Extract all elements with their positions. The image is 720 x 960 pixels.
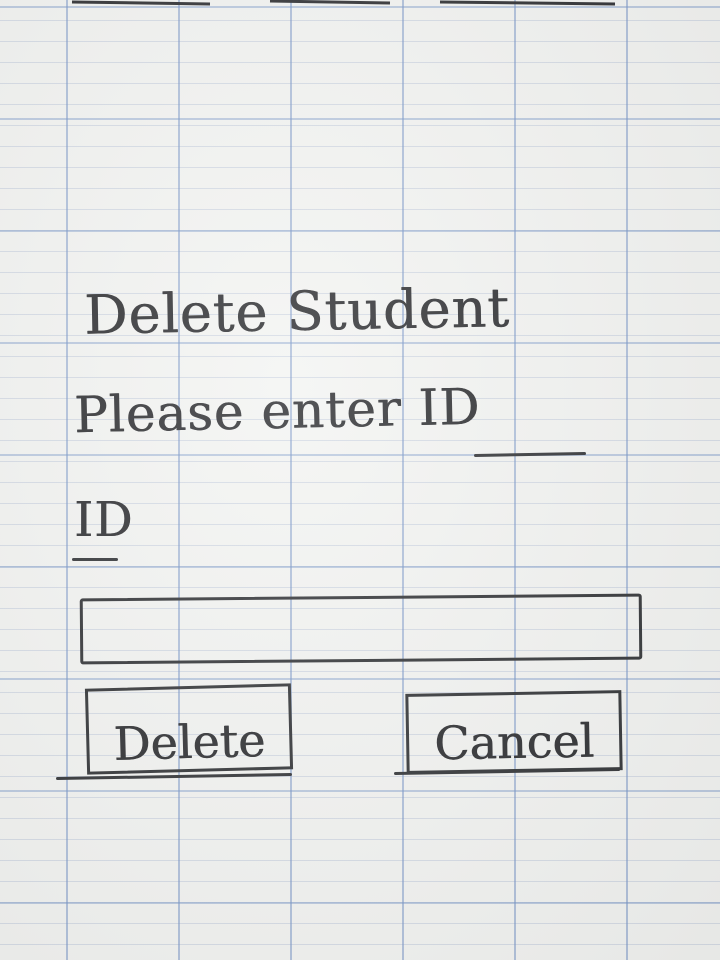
top-edge-scribble xyxy=(71,0,616,6)
cancel-button[interactable]: Cancel xyxy=(405,690,623,774)
instruction-text: Please enter ID xyxy=(73,377,481,445)
id-field-label: ID xyxy=(74,492,134,548)
delete-student-dialog: Delete Student Please enter ID ID Delete… xyxy=(55,270,652,790)
delete-button[interactable]: Delete xyxy=(84,683,294,775)
id-input[interactable] xyxy=(79,593,643,665)
grid-paper-sheet: Delete Student Please enter ID ID Delete… xyxy=(0,0,720,960)
id-label-underline xyxy=(72,558,118,561)
dialog-title: Delete Student xyxy=(83,276,511,347)
instruction-underline xyxy=(473,452,587,457)
